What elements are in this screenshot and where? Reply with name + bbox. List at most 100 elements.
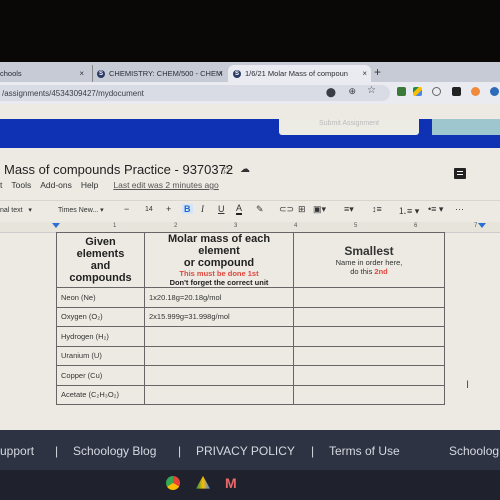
order-cell[interactable] [293,326,445,347]
increase-font-size-button[interactable]: + [166,204,171,214]
menu-item-tools[interactable]: Tools [11,180,31,190]
bulleted-list-icon[interactable]: •≡ ▾ [428,204,443,215]
close-icon[interactable]: × [362,69,367,78]
footer-link-terms[interactable]: Terms of Use [329,444,400,458]
footer-separator: | [311,444,315,458]
close-icon[interactable]: × [79,69,84,78]
close-icon[interactable]: × [218,69,223,78]
order-cell[interactable] [293,384,445,405]
tab-strip: chools × S CHEMISTRY: CHEM/500 - CHEM × … [0,62,500,82]
url-field[interactable]: /assignments/4534309427/mydocument ⬤ ⊕ ☆ [0,85,390,101]
right-indent-marker[interactable] [478,223,486,228]
header-text: Smallest [344,244,394,258]
paragraph-style-dropdown[interactable]: nal text ▾ [0,206,32,214]
order-cell[interactable] [293,345,445,366]
comment-icon[interactable] [454,168,466,179]
profile-avatar[interactable] [490,87,499,96]
page: Submit Assignment Mass of compounds Prac… [0,104,500,430]
decrease-font-size-button[interactable]: − [124,204,129,214]
menu-item-format[interactable]: t [0,180,2,190]
order-cell[interactable] [293,287,445,308]
font-size-input[interactable]: 14 [145,206,153,213]
tab-schoology[interactable]: chools × [0,65,88,82]
tab-label: chools [0,69,22,78]
drive-extension-icon[interactable] [413,87,422,96]
os-shelf: M [0,470,500,500]
header-text: and [90,260,111,272]
document-title[interactable]: Mass of compounds Practice - 9370372 [4,162,233,177]
extension-icon[interactable] [452,87,461,96]
align-icon[interactable]: ≡▾ [344,204,354,215]
header-molar-mass[interactable]: Molar mass of each element or compound T… [144,232,294,288]
secondary-button[interactable] [432,119,500,135]
location-icon[interactable]: ⬤ [326,87,336,98]
gmail-icon[interactable]: M [225,476,241,490]
cloud-saved-icon[interactable]: ☁ [240,164,250,175]
element-cell[interactable]: Uranium (U) [56,345,145,366]
font-dropdown[interactable]: Times New... ▾ [58,206,104,214]
schoology-footer: upport | Schoology Blog | PRIVACY POLICY… [0,430,500,470]
star-icon[interactable]: ☆ [221,163,232,177]
italic-button[interactable]: I [201,204,204,214]
new-tab-button[interactable]: + [374,65,381,79]
last-edit-link[interactable]: Last edit was 2 minutes ago [113,180,218,190]
highlight-icon[interactable]: ✎ [256,204,264,215]
header-smallest[interactable]: Smallest Name in order here, do this 2nd [293,232,445,288]
molar-mass-cell[interactable]: 1x20.18g=20.18g/mol [144,287,294,308]
line-spacing-icon[interactable]: ↕≡ [372,204,382,214]
extension-icon[interactable] [471,87,480,96]
order-cell[interactable] [293,306,445,327]
ruler-tick: 4 [294,223,298,229]
text-color-button[interactable]: A [236,204,243,215]
footer-link-privacy[interactable]: PRIVACY POLICY [196,444,295,458]
order-cell[interactable] [293,365,445,386]
numbered-list-icon[interactable]: ⒈≡ ▾ [398,204,419,217]
tab-molar-mass[interactable]: S 1/6/21 Molar Mass of compoun × [228,65,371,82]
molar-mass-cell[interactable] [144,326,294,347]
comment-add-icon[interactable]: ⊞ [298,204,306,215]
header-red-note: 2nd [374,267,388,276]
header-given-elements[interactable]: Given elements and compounds [56,232,145,288]
left-indent-marker[interactable] [52,223,60,228]
link-icon[interactable]: ⊂⊃ [279,204,294,215]
menu-item-add-ons[interactable]: Add-ons [40,180,72,190]
molar-mass-table: Given elements and compounds Molar mass … [56,232,445,405]
header-red-note: This must be done 1st [179,269,259,278]
url-text: /assignments/4534309427/mydocument [2,88,144,98]
footer-separator: | [178,444,182,458]
more-options-button[interactable]: ··· [455,204,464,214]
footer-link-support[interactable]: upport [0,444,34,458]
tab-label: CHEMISTRY: CHEM/500 - CHEM [109,69,223,78]
text-cursor-icon: I [466,379,470,391]
schoology-icon: S [233,69,241,78]
molar-mass-cell[interactable] [144,365,294,386]
underline-button[interactable]: U [218,204,225,214]
molar-mass-cell[interactable] [144,345,294,366]
menu-item-help[interactable]: Help [81,180,98,190]
drive-icon[interactable] [196,476,210,489]
header-text: Given elements [76,236,125,260]
ruler-tick: 1 [113,223,117,229]
element-cell[interactable]: Neon (Ne) [56,287,145,308]
element-cell[interactable]: Copper (Cu) [56,365,145,386]
chrome-icon[interactable] [166,476,180,490]
bold-button[interactable]: B [182,204,193,214]
extension-icon[interactable] [397,87,406,96]
font-value: Times New... [58,207,99,214]
submit-assignment-button[interactable]: Submit Assignment [279,119,419,135]
header-note: do this 2nd [298,267,440,276]
insert-image-icon[interactable]: ▣▾ [313,204,326,215]
schoology-header-bar: Submit Assignment [0,119,500,148]
molar-mass-cell[interactable] [144,384,294,405]
tab-chemistry[interactable]: S CHEMISTRY: CHEM/500 - CHEM × [92,65,227,82]
zoom-icon[interactable]: ⊕ [348,86,356,97]
element-cell[interactable]: Oxygen (O₂) [56,306,145,327]
molar-mass-cell[interactable]: 2x15.999g=31.998g/mol [144,306,294,327]
extension-icon[interactable] [432,87,441,96]
footer-link-schoology[interactable]: Schoolog [449,444,499,458]
ruler-tick: 2 [174,223,178,229]
footer-link-blog[interactable]: Schoology Blog [73,444,156,458]
element-cell[interactable]: Acetate (C₂H₃O₂) [56,384,145,405]
bookmark-star-icon[interactable]: ☆ [367,85,376,96]
element-cell[interactable]: Hydrogen (H₂) [56,326,145,347]
